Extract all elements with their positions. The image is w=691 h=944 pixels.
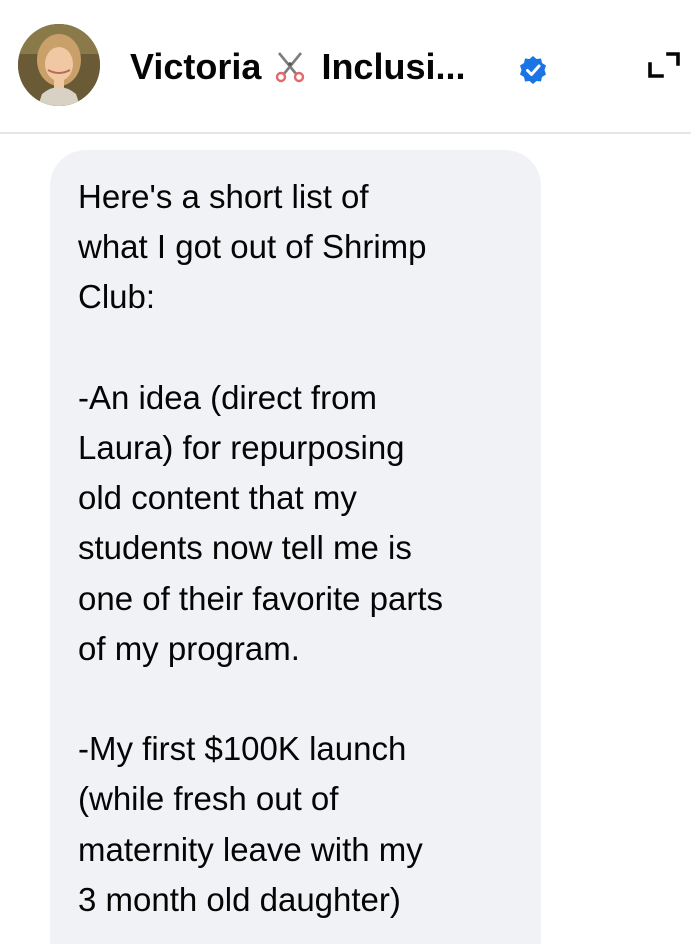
contact-name-suffix: Inclusi... (321, 46, 466, 87)
contact-name[interactable]: Victoria Inclusi... (130, 44, 465, 90)
contact-first-name: Victoria (130, 46, 262, 87)
scissors-icon (276, 52, 305, 83)
expand-icon[interactable] (638, 42, 686, 90)
message-thread[interactable]: Here's a short list of what I got out of… (0, 134, 691, 944)
verified-badge-icon (520, 56, 546, 84)
incoming-message-bubble[interactable]: Here's a short list of what I got out of… (50, 150, 541, 944)
chat-window: Victoria Inclusi... Here's a short list … (0, 0, 691, 944)
avatar-photo (18, 24, 100, 106)
message-text: Here's a short list of what I got out of… (78, 178, 444, 918)
avatar[interactable] (18, 24, 100, 106)
chat-header: Victoria Inclusi... (0, 0, 691, 134)
